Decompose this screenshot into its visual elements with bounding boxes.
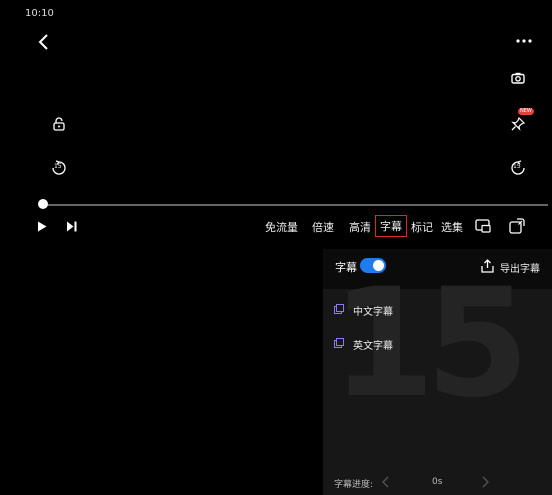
camera-icon[interactable] [508, 68, 528, 88]
chevron-left-icon[interactable] [379, 475, 391, 489]
subtitle-panel-title: 字幕 [335, 261, 357, 274]
speed-button[interactable]: 倍速 [312, 219, 334, 235]
subtitle-option-label: 英文字幕 [353, 341, 393, 352]
chevron-right-icon[interactable] [479, 475, 491, 489]
rewind-15-icon[interactable]: 15 [49, 158, 69, 178]
new-badge: NEW [518, 108, 534, 115]
episodes-button[interactable]: 选集 [441, 219, 463, 235]
subtitle-option-chinese[interactable]: 中文字幕 [333, 301, 533, 319]
forward-label: 15 [513, 163, 521, 170]
more-icon[interactable] [514, 34, 534, 48]
lock-icon[interactable] [49, 114, 69, 134]
next-icon[interactable] [63, 218, 79, 234]
picture-in-picture-icon[interactable] [473, 217, 493, 235]
rewind-label: 15 [54, 163, 62, 170]
export-icon[interactable] [479, 258, 495, 274]
subtitle-progress-value: 0s [432, 477, 443, 487]
subtitle-file-icon [333, 303, 345, 315]
progress-track[interactable] [43, 204, 548, 206]
subtitle-button[interactable]: 字幕 [375, 215, 407, 237]
subtitle-panel: 15 字幕 导出字幕 中文字幕 英文字幕 字幕进度: 0s [323, 249, 552, 495]
subtitle-option-english[interactable]: 英文字幕 [333, 335, 533, 353]
subtitle-option-label: 中文字幕 [353, 307, 393, 318]
data-saver-button[interactable]: 免流量 [265, 219, 298, 235]
status-time: 10:10 [25, 8, 54, 19]
play-icon[interactable] [34, 218, 50, 234]
subtitle-progress-label: 字幕进度: [334, 480, 374, 490]
quality-button[interactable]: 高清 [349, 219, 371, 235]
mark-button[interactable]: 标记 [411, 219, 433, 235]
export-subtitle-button[interactable]: 导出字幕 [500, 260, 540, 275]
forward-15-icon[interactable]: 15 [508, 158, 528, 178]
back-icon[interactable] [34, 32, 54, 52]
progress-handle[interactable] [38, 199, 48, 209]
cast-screen-icon[interactable] [507, 216, 527, 236]
pin-icon[interactable] [508, 114, 528, 134]
subtitle-toggle[interactable] [360, 258, 386, 273]
subtitle-file-icon [333, 337, 345, 349]
